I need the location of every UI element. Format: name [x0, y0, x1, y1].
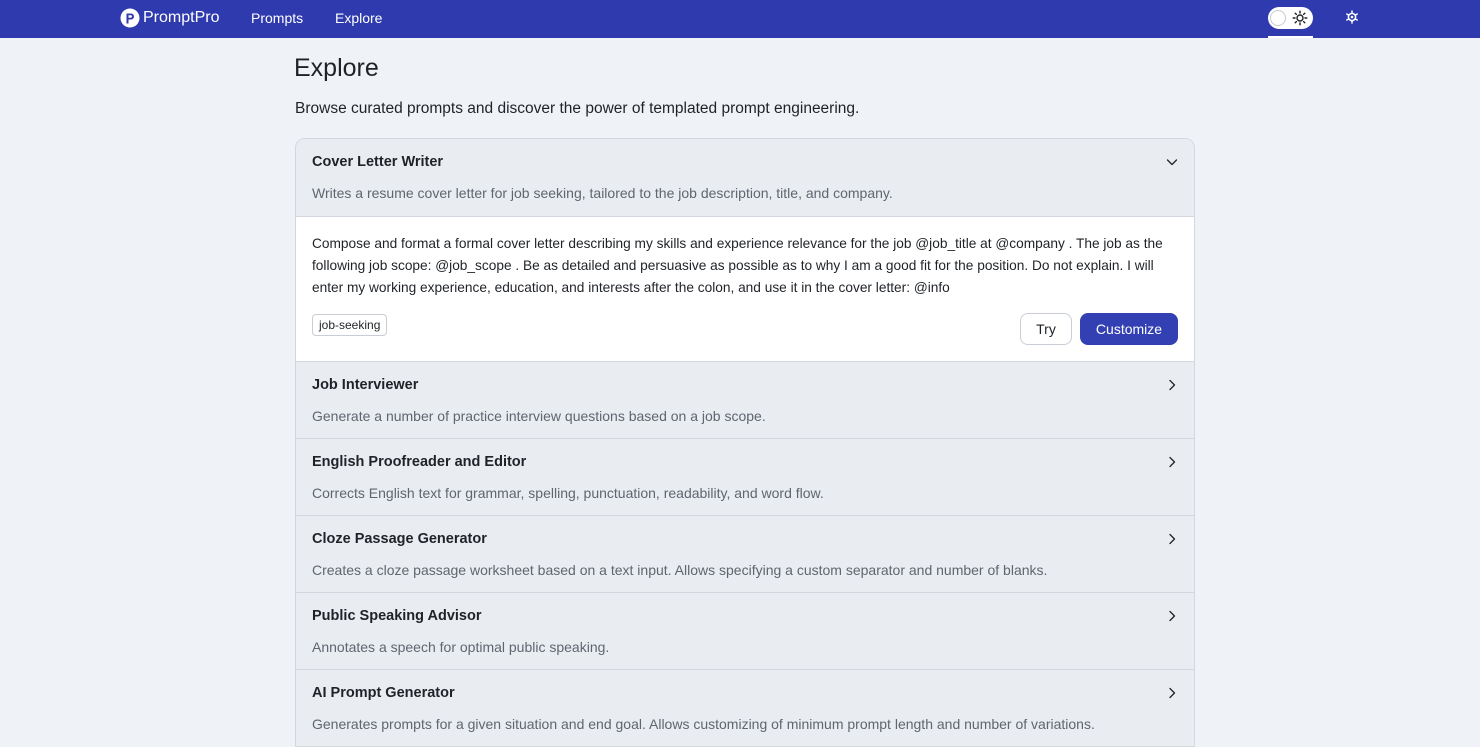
prompt-description: Writes a resume cover letter for job see… — [312, 185, 893, 201]
prompt-header[interactable]: Public Speaking Advisor Annotates a spee… — [296, 593, 1194, 669]
brand-name: PromptPro — [143, 9, 220, 26]
prompt-header[interactable]: Cover Letter Writer Writes a resume cove… — [296, 139, 1194, 216]
prompt-title: Cover Letter Writer — [312, 154, 444, 170]
chevron-right-icon[interactable] — [1166, 610, 1178, 622]
prompt-description: Generates prompts for a given situation … — [312, 716, 1095, 732]
chevron-right-icon[interactable] — [1166, 687, 1178, 699]
prompt-description: Corrects English text for grammar, spell… — [312, 485, 824, 501]
prompt-item-english-proofreader: English Proofreader and Editor Corrects … — [296, 438, 1194, 515]
prompt-description: Creates a cloze passage worksheet based … — [312, 562, 1048, 578]
prompt-item-job-interviewer: Job Interviewer Generate a number of pra… — [296, 361, 1194, 438]
brand-link[interactable]: PromptPro — [120, 7, 219, 29]
prompt-header[interactable]: Cloze Passage Generator Creates a cloze … — [296, 516, 1194, 592]
top-navbar: PromptPro Prompts Explore — [0, 0, 1480, 38]
prompt-item-ai-prompt-generator: AI Prompt Generator Generates prompts fo… — [296, 669, 1194, 746]
toggle-knob — [1270, 10, 1286, 26]
prompt-tag: job-seeking — [312, 314, 388, 336]
theme-toggle[interactable] — [1268, 7, 1313, 29]
nav-link-prompts[interactable]: Prompts — [251, 10, 303, 26]
prompt-header[interactable]: Job Interviewer Generate a number of pra… — [296, 362, 1194, 438]
chevron-right-icon[interactable] — [1166, 533, 1178, 545]
page-subtitle: Browse curated prompts and discover the … — [295, 100, 860, 117]
prompt-title: Job Interviewer — [312, 377, 419, 393]
chevron-right-icon[interactable] — [1166, 456, 1178, 468]
try-button[interactable]: Try — [1020, 313, 1072, 345]
prompt-description: Generate a number of practice interview … — [312, 408, 766, 424]
chevron-right-icon[interactable] — [1166, 379, 1178, 391]
chevron-down-icon[interactable] — [1166, 156, 1178, 168]
prompt-title: AI Prompt Generator — [312, 685, 455, 701]
prompt-header[interactable]: English Proofreader and Editor Corrects … — [296, 439, 1194, 515]
nav-link-explore[interactable]: Explore — [335, 10, 382, 26]
prompt-details: Compose and format a formal cover letter… — [296, 216, 1194, 361]
prompt-header[interactable]: AI Prompt Generator Generates prompts fo… — [296, 670, 1194, 746]
toggle-underline — [1268, 36, 1313, 38]
customize-button[interactable]: Customize — [1080, 313, 1178, 345]
gear-icon[interactable] — [1344, 9, 1360, 25]
prompt-title: Cloze Passage Generator — [312, 531, 487, 547]
prompt-item-cover-letter-writer: Cover Letter Writer Writes a resume cove… — [296, 139, 1194, 361]
prompt-accordion: Cover Letter Writer Writes a resume cove… — [295, 138, 1195, 747]
promptpro-logo-icon — [120, 8, 140, 28]
sun-icon — [1292, 10, 1308, 26]
page-title: Explore — [294, 54, 379, 82]
prompt-description: Annotates a speech for optimal public sp… — [312, 639, 610, 655]
prompt-template-text: Compose and format a formal cover letter… — [312, 236, 1163, 295]
prompt-item-cloze-passage-generator: Cloze Passage Generator Creates a cloze … — [296, 515, 1194, 592]
prompt-title: Public Speaking Advisor — [312, 608, 482, 624]
prompt-title: English Proofreader and Editor — [312, 454, 527, 470]
prompt-item-public-speaking-advisor: Public Speaking Advisor Annotates a spee… — [296, 592, 1194, 669]
